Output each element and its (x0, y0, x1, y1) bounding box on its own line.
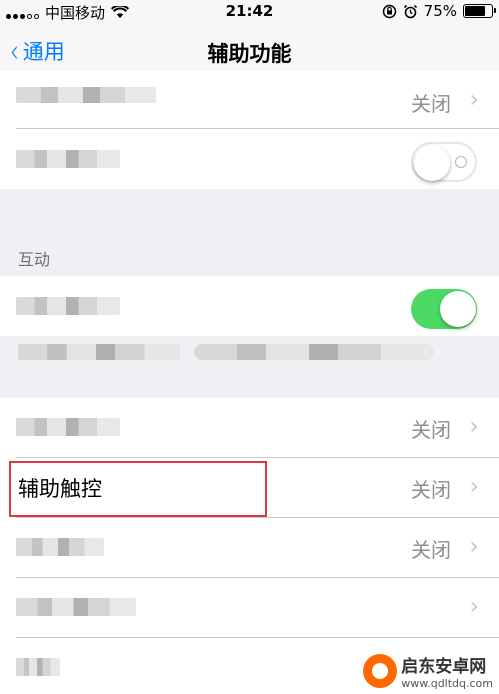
settings-row-toggle-on[interactable] (0, 276, 499, 336)
watermark-text: 启东安卓网 www.qdltdq.com (401, 652, 493, 690)
watermark-name: 启东安卓网 (401, 657, 487, 677)
page-title: 辅助功能 (207, 42, 292, 66)
watermark-url: www.qdltdq.com (401, 677, 493, 690)
toggle-knob (440, 291, 476, 327)
chevron-right-icon: › (469, 412, 479, 440)
highlight-box (9, 461, 267, 517)
toggle-switch[interactable] (411, 289, 477, 329)
pixelated-label (16, 297, 120, 315)
toggle-knob (414, 145, 450, 181)
pixelated-footer-text (194, 344, 434, 360)
pixelated-label (16, 87, 156, 103)
row-value: 关闭 (411, 92, 451, 116)
off-indicator-icon (455, 156, 467, 168)
watermark-logo-icon (363, 654, 398, 688)
orientation-lock-icon (382, 4, 396, 18)
settings-row-reduce-motion[interactable]: 关闭 › (0, 71, 499, 129)
pixelated-label (16, 150, 120, 168)
battery-fill (465, 6, 485, 16)
battery-percent: 75% (423, 2, 457, 20)
pixelated-footer-text (18, 344, 180, 360)
battery-icon (463, 4, 496, 18)
status-bar: 中国移动 21:42 75% (0, 0, 499, 22)
status-right: 75% (382, 2, 496, 20)
settings-row[interactable]: 关闭 › (0, 518, 499, 578)
pixelated-label (16, 538, 104, 556)
row-value: 关闭 (411, 478, 451, 502)
alarm-icon (403, 4, 417, 18)
row-value: 关闭 (411, 418, 451, 442)
watermark: 启东安卓网 www.qdltdq.com (363, 652, 493, 690)
chevron-right-icon: › (469, 592, 479, 620)
settings-row[interactable]: 关闭 › (0, 398, 499, 458)
pixelated-label (16, 598, 136, 616)
chevron-right-icon: › (469, 472, 479, 500)
chevron-right-icon: › (469, 532, 479, 560)
settings-row[interactable]: › (0, 578, 499, 638)
section-header-interaction: 互动 (18, 250, 51, 269)
settings-row-toggle-off[interactable] (0, 129, 499, 189)
row-value: 关闭 (411, 538, 451, 562)
chevron-right-icon: › (469, 85, 479, 113)
toggle-switch[interactable] (411, 142, 477, 182)
pixelated-label (16, 658, 60, 676)
pixelated-label (16, 418, 120, 436)
